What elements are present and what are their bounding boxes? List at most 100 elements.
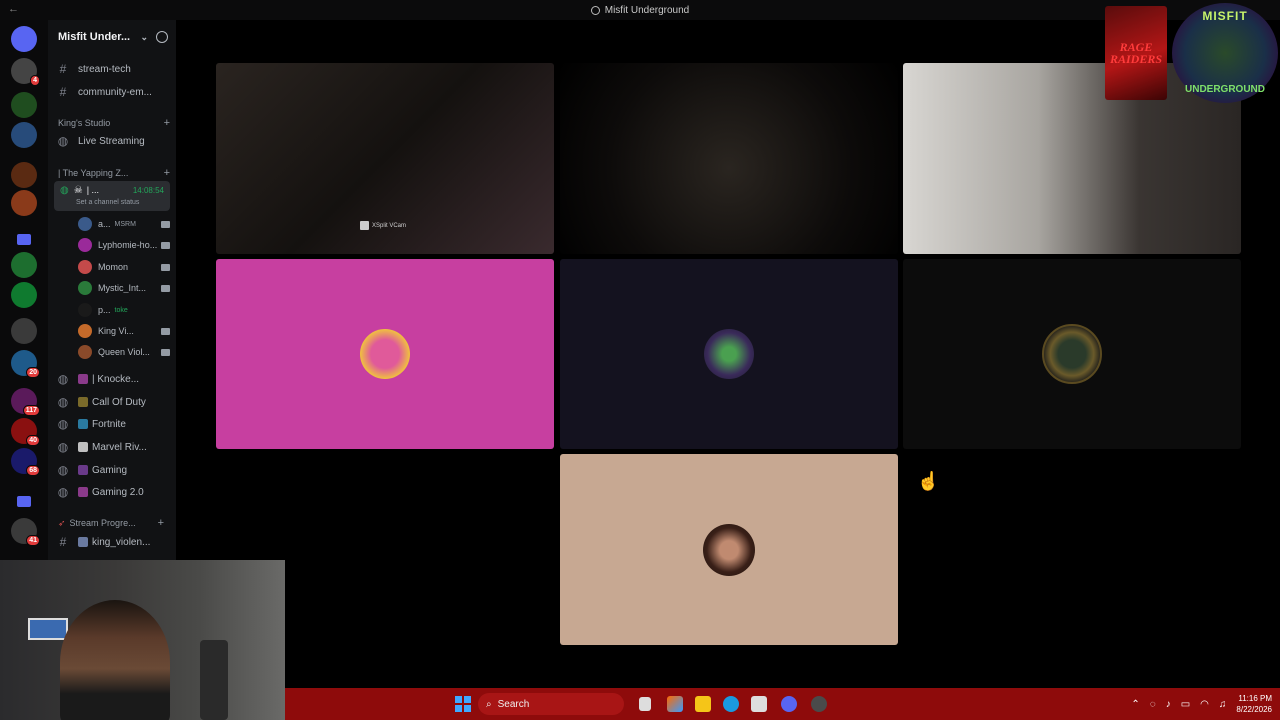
voice-channel[interactable]: ◍ Marvel Riv... bbox=[48, 437, 176, 457]
server-avatar[interactable]: 40 bbox=[11, 418, 40, 446]
voice-member[interactable]: Momon bbox=[78, 257, 170, 277]
voice-member[interactable]: Lyphomie-ho... bbox=[78, 235, 170, 255]
voice-member[interactable]: a... MSRM bbox=[78, 214, 170, 234]
channel-king-violen[interactable]: # king_violen... bbox=[48, 532, 176, 552]
webcam-overlay bbox=[0, 560, 285, 720]
wifi-icon[interactable]: ◠ bbox=[1200, 699, 1209, 710]
add-user-icon[interactable] bbox=[156, 31, 168, 43]
avatar bbox=[78, 281, 92, 295]
server-avatar[interactable] bbox=[11, 282, 37, 308]
avatar bbox=[78, 324, 92, 338]
speaker-icon: ◍ bbox=[57, 372, 69, 386]
logo-top-text: MISFIT bbox=[1202, 9, 1248, 23]
clock[interactable]: 11:16 PM 8/22/2026 bbox=[1236, 693, 1272, 715]
avatar-tile-navy[interactable] bbox=[560, 259, 898, 449]
search-label: Search bbox=[497, 698, 530, 710]
mention-badge: 68 bbox=[26, 465, 40, 476]
avatar bbox=[78, 345, 92, 359]
channel-emoji-icon bbox=[78, 397, 88, 407]
clock-time: 11:16 PM bbox=[1238, 694, 1272, 703]
obs-icon[interactable] bbox=[811, 696, 827, 712]
voice-channel-label: | ... bbox=[86, 185, 100, 195]
store-icon[interactable] bbox=[751, 696, 767, 712]
rage-raiders-logo: RAGE RAIDERS bbox=[1105, 6, 1167, 100]
task-view-icon[interactable] bbox=[639, 697, 651, 711]
camera-icon bbox=[161, 220, 170, 228]
channel-stream-tech[interactable]: # stream-tech bbox=[48, 59, 176, 79]
windows-start-icon[interactable] bbox=[455, 696, 471, 712]
guild-header[interactable]: Misfit Under... ⌄ bbox=[48, 20, 176, 54]
active-voice-channel[interactable]: ◍ ☠ | ... 14:08:54 Set a channel status bbox=[54, 181, 170, 211]
channel-live-streaming[interactable]: ◍ Live Streaming bbox=[48, 131, 176, 151]
avatar bbox=[78, 303, 92, 317]
category-kings-studio[interactable]: King's Studio + bbox=[58, 117, 170, 129]
member-name: Momon bbox=[98, 262, 129, 272]
chart-emoji-icon bbox=[78, 537, 88, 547]
voice-channel[interactable]: ◍ Gaming 2.0 bbox=[48, 482, 176, 502]
copilot-icon[interactable] bbox=[667, 696, 683, 712]
network-icon[interactable]: ◌ bbox=[1150, 699, 1156, 710]
member-name: Lyphomie-ho... bbox=[98, 240, 158, 250]
volume-icon[interactable]: ♫ bbox=[1219, 699, 1227, 710]
category-stream-progress[interactable]: ➶ Stream Progre... + bbox=[58, 517, 164, 529]
server-folder-icon[interactable] bbox=[17, 496, 31, 507]
back-arrow-icon[interactable]: ← bbox=[8, 3, 19, 15]
member-name: King Vi... bbox=[98, 326, 134, 336]
chevron-up-icon[interactable]: ⌃ bbox=[1131, 699, 1139, 710]
server-avatar[interactable]: 68 bbox=[11, 448, 40, 476]
server-avatar[interactable]: 20 bbox=[11, 350, 40, 378]
plus-icon[interactable]: + bbox=[158, 517, 164, 529]
server-avatar[interactable]: 117 bbox=[11, 388, 40, 416]
avatar-tile-tan[interactable] bbox=[560, 454, 898, 645]
voice-channel[interactable]: ◍ | Knocke... bbox=[48, 369, 176, 389]
voice-channel[interactable]: ◍ Fortnite bbox=[48, 414, 176, 434]
plus-icon[interactable]: + bbox=[164, 167, 170, 179]
mic-icon[interactable]: ♪ bbox=[1166, 699, 1171, 710]
file-explorer-icon[interactable] bbox=[695, 696, 711, 712]
avatar bbox=[78, 217, 92, 231]
edge-browser-icon[interactable] bbox=[723, 696, 739, 712]
avatar-tile-pink[interactable] bbox=[216, 259, 554, 449]
voice-channel[interactable]: ◍ Gaming bbox=[48, 460, 176, 480]
server-avatar[interactable] bbox=[11, 252, 37, 278]
video-tile-guest[interactable] bbox=[560, 63, 898, 254]
speaker-icon: ◍ bbox=[57, 485, 69, 499]
server-avatar[interactable] bbox=[11, 162, 37, 188]
channel-label: Call Of Duty bbox=[92, 396, 146, 408]
channel-label: king_violen... bbox=[92, 536, 151, 548]
server-avatar[interactable]: 4 bbox=[11, 58, 40, 86]
window-titlebar: ← Misfit Underground bbox=[0, 0, 1280, 20]
server-avatar[interactable] bbox=[11, 318, 37, 344]
voice-member[interactable]: p... toke bbox=[78, 300, 170, 320]
category-yapping[interactable]: | The Yapping Z... + bbox=[58, 167, 170, 179]
server-avatar[interactable] bbox=[11, 122, 37, 148]
avatar-tile-dark[interactable] bbox=[903, 259, 1241, 449]
voice-channel[interactable]: ◍ Call Of Duty bbox=[48, 392, 176, 412]
discord-taskbar-icon[interactable] bbox=[781, 696, 797, 712]
channel-status-hint[interactable]: Set a channel status bbox=[54, 199, 170, 206]
server-avatar[interactable] bbox=[11, 92, 37, 118]
channel-label: | Knocke... bbox=[92, 373, 140, 385]
voice-member[interactable]: Queen Viol... bbox=[78, 342, 170, 362]
category-label: | The Yapping Z... bbox=[58, 168, 129, 178]
taskbar-search[interactable]: ⌕ Search bbox=[478, 693, 624, 715]
plus-icon[interactable]: + bbox=[164, 117, 170, 129]
voice-member[interactable]: Mystic_Int... bbox=[78, 278, 170, 298]
channel-label: Marvel Riv... bbox=[92, 441, 147, 453]
mention-badge: 40 bbox=[26, 435, 40, 446]
server-avatar[interactable] bbox=[11, 190, 37, 216]
channel-community-em[interactable]: # community-em... bbox=[48, 82, 176, 102]
channel-label: Live Streaming bbox=[78, 135, 145, 147]
category-label: King's Studio bbox=[58, 118, 111, 128]
speaker-icon: ◍ bbox=[57, 463, 69, 477]
server-folder-icon[interactable] bbox=[17, 234, 31, 245]
camera-icon bbox=[161, 284, 170, 292]
speaker-icon: ◍ bbox=[57, 395, 69, 409]
mention-badge: 41 bbox=[26, 535, 40, 546]
video-tile-host[interactable]: XSplit VCam bbox=[216, 63, 554, 254]
member-activity: MSRM bbox=[114, 220, 136, 228]
display-icon[interactable]: ▭ bbox=[1181, 699, 1190, 710]
discord-logo-icon[interactable] bbox=[11, 26, 37, 52]
voice-member[interactable]: King Vi... bbox=[78, 321, 170, 341]
server-avatar[interactable]: 41 bbox=[11, 518, 40, 546]
